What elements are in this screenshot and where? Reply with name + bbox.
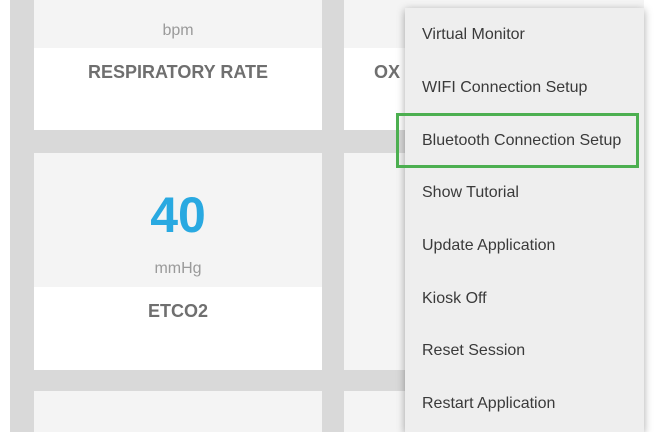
respiratory-rate-tile[interactable]: bpm RESPIRATORY RATE bbox=[34, 0, 322, 130]
menu-item-update-application[interactable]: Update Application bbox=[405, 220, 644, 272]
oxygen-label: OX bbox=[374, 62, 401, 82]
menu-item-wifi-connection-setup[interactable]: WIFI Connection Setup bbox=[405, 62, 644, 114]
menu-item-show-tutorial[interactable]: Show Tutorial bbox=[405, 167, 644, 219]
etco2-label: ETCO2 bbox=[147, 301, 208, 321]
respiratory-rate-label-area: RESPIRATORY RATE bbox=[34, 48, 322, 130]
etco2-value: 40 bbox=[150, 187, 206, 243]
etco2-label-area: ETCO2 bbox=[34, 287, 322, 370]
etco2-tile[interactable]: 40 mmHg ETCO2 bbox=[34, 153, 322, 370]
respiratory-rate-label: RESPIRATORY RATE bbox=[87, 62, 269, 82]
highlight-box bbox=[396, 113, 639, 168]
menu-item-reset-session[interactable]: Reset Session bbox=[405, 325, 644, 377]
etco2-unit: mmHg bbox=[154, 260, 202, 277]
menu-item-virtual-monitor[interactable]: Virtual Monitor bbox=[405, 9, 644, 61]
menu-item-kiosk-off[interactable]: Kiosk Off bbox=[405, 273, 644, 325]
respiratory-rate-unit: bpm bbox=[162, 22, 194, 39]
bottom-left-tile[interactable] bbox=[34, 391, 322, 432]
menu-item-restart-application[interactable]: Restart Application bbox=[405, 378, 644, 430]
overflow-menu: Virtual Monitor WIFI Connection Setup Bl… bbox=[405, 8, 644, 432]
